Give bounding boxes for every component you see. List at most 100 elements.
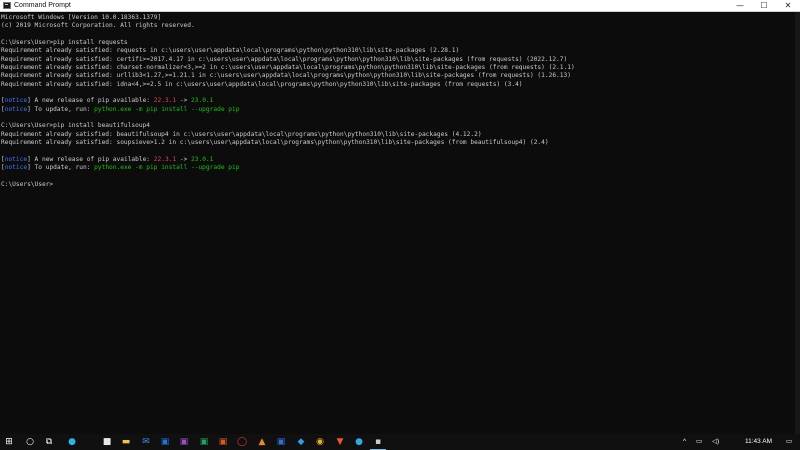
console-line: C:\Users\User>pip install requests <box>1 39 795 47</box>
console-text-segment: ] A new release of pip available: <box>27 97 154 105</box>
console-text-segment: python.exe -m pip install --upgrade pip <box>94 164 240 172</box>
maximize-button[interactable]: ☐ <box>752 0 776 11</box>
console-text-segment: Requirement already satisfied: requests … <box>1 47 460 55</box>
console-line: Requirement already satisfied: idna<4,>=… <box>1 81 795 89</box>
console-line: Requirement already satisfied: requests … <box>1 47 795 55</box>
outlook-app[interactable]: ▣ <box>159 436 171 448</box>
mail-app[interactable]: ✉ <box>140 436 152 448</box>
excel-app[interactable]: ▣ <box>198 436 210 448</box>
chrome-icon: ◉ <box>316 437 324 447</box>
title-bar[interactable]: Command Prompt — ☐ ✕ <box>0 0 800 12</box>
console-line: Requirement already satisfied: soupsieve… <box>1 139 795 147</box>
store-icon: ■ <box>102 437 112 447</box>
brave-icon: ▼ <box>336 437 344 447</box>
opera-app[interactable]: ◯ <box>236 436 248 448</box>
word-icon: ▣ <box>276 437 286 447</box>
chrome-app[interactable]: ◉ <box>314 436 326 448</box>
console-text-segment: Requirement already satisfied: certifi>=… <box>1 55 568 63</box>
minimize-button[interactable]: — <box>728 0 752 11</box>
console-text-segment: -> <box>176 155 192 163</box>
console-output[interactable]: Microsoft Windows [Version 10.0.18363.13… <box>0 12 795 434</box>
command-prompt-window: Command Prompt — ☐ ✕ Microsoft Windows [… <box>0 0 800 434</box>
console-line: [notice] To update, run: python.exe -m p… <box>1 106 795 114</box>
console-line: Requirement already satisfied: charset-n… <box>1 64 795 72</box>
brave-app[interactable]: ▼ <box>334 436 346 448</box>
cmd-icon <box>3 2 11 9</box>
window-title: Command Prompt <box>14 2 71 9</box>
console-text-segment: Requirement already satisfied: urllib3<1… <box>1 72 571 80</box>
mail-icon: ✉ <box>142 437 150 447</box>
onenote-app[interactable]: ▣ <box>178 436 190 448</box>
console-text-segment: C:\Users\User>pip install beautifulsoup4 <box>1 122 151 130</box>
task-view-button[interactable]: ⧉ <box>43 436 55 448</box>
console-line: [notice] A new release of pip available:… <box>1 156 795 164</box>
word-app[interactable]: ▣ <box>275 436 287 448</box>
vertical-scrollbar[interactable] <box>795 12 800 434</box>
console-line: (c) 2019 Microsoft Corporation. All righ… <box>1 22 795 30</box>
onenote-icon: ▣ <box>179 437 189 447</box>
telegram-app[interactable]: ● <box>353 436 365 448</box>
excel-icon: ▣ <box>199 437 209 447</box>
taskbar: ^ ▭ ◁) 11:43 AM ▭ ⊞ ○ ⧉ ● ■ ▬ ✉ ▣ ▣ ▣ ▣ ◯ ▲ ▣ ◆ ◉ ▼ ● ▪ <box>0 434 800 450</box>
console-line: [notice] A new release of pip available:… <box>1 97 795 105</box>
powerpoint-app[interactable]: ▣ <box>217 436 229 448</box>
file-explorer-app[interactable]: ▬ <box>120 436 132 448</box>
console-text-segment: notice <box>4 105 28 113</box>
search-button[interactable]: ○ <box>24 436 36 448</box>
vscode-app[interactable]: ◆ <box>295 436 307 448</box>
console-text-segment: Requirement already satisfied: beautiful… <box>1 130 482 138</box>
opera-icon: ◯ <box>236 437 248 447</box>
console-text-segment: C:\Users\User>pip install requests <box>1 39 128 47</box>
volume-icon[interactable]: ◁) <box>712 434 719 450</box>
console-line: Microsoft Windows [Version 10.0.18363.13… <box>1 14 795 22</box>
console-text-segment: 22.3.1 <box>153 97 177 105</box>
edge-icon: ● <box>68 437 76 447</box>
outlook-icon: ▣ <box>160 437 170 447</box>
show-hidden-icons-chevron-icon[interactable]: ^ <box>683 434 686 450</box>
console-line: Requirement already satisfied: certifi>=… <box>1 56 795 64</box>
console-text-segment: -> <box>176 97 192 105</box>
console-text-segment: ] To update, run: <box>27 105 95 113</box>
notification-center-icon[interactable]: ▭ <box>786 434 792 450</box>
network-icon[interactable]: ▭ <box>696 434 702 450</box>
console-text-segment: ] To update, run: <box>27 164 95 172</box>
console-text-segment: Requirement already satisfied: soupsieve… <box>1 139 549 147</box>
clock[interactable]: 11:43 AM <box>745 434 772 450</box>
console-line: Requirement already satisfied: beautiful… <box>1 131 795 139</box>
console-text-segment: ] A new release of pip available: <box>27 155 154 163</box>
console-text-segment: 22.3.1 <box>153 155 177 163</box>
windows-logo-icon: ⊞ <box>5 437 13 447</box>
folder-icon: ▬ <box>121 437 131 447</box>
console-text-segment: (c) 2019 Microsoft Corporation. All righ… <box>1 22 195 30</box>
console-text-segment: Microsoft Windows [Version 10.0.18363.13… <box>1 14 162 21</box>
vscode-icon: ◆ <box>297 437 305 447</box>
console-line: C:\Users\User>pip install beautifulsoup4 <box>1 122 795 130</box>
telegram-icon: ● <box>355 437 363 447</box>
console-text-segment: C:\Users\User> <box>1 180 54 188</box>
terminal-icon: ▪ <box>374 437 382 447</box>
search-icon: ○ <box>26 437 34 447</box>
console-text-segment: Requirement already satisfied: idna<4,>=… <box>1 80 523 88</box>
terminal-app[interactable]: ▪ <box>370 436 386 450</box>
console-line: Requirement already satisfied: urllib3<1… <box>1 72 795 80</box>
close-button[interactable]: ✕ <box>776 0 800 11</box>
console-text-segment: Requirement already satisfied: charset-n… <box>1 64 575 72</box>
edge-app[interactable]: ● <box>66 436 78 448</box>
console-text-segment: 23.0.1 <box>191 155 214 163</box>
console-text-segment: python.exe -m pip install --upgrade pip <box>94 105 240 113</box>
console-text-segment: notice <box>4 155 28 163</box>
vlc-icon: ▲ <box>258 437 266 447</box>
task-view-icon: ⧉ <box>45 437 53 447</box>
start-button[interactable]: ⊞ <box>3 436 15 448</box>
console-text-segment: notice <box>4 97 28 105</box>
console-text-segment: 23.0.1 <box>191 97 214 105</box>
console-line: C:\Users\User> <box>1 181 795 189</box>
store-app[interactable]: ■ <box>101 436 113 448</box>
vlc-app[interactable]: ▲ <box>256 436 268 448</box>
console-line: [notice] To update, run: python.exe -m p… <box>1 164 795 172</box>
